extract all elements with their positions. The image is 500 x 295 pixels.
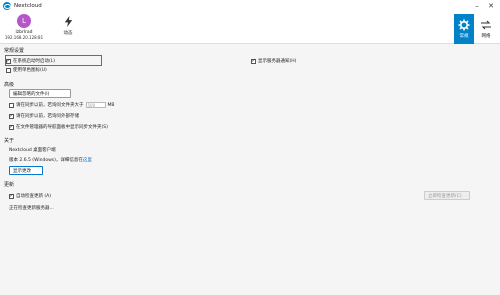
start-on-login-option[interactable]: 在系统启动时启动(L) xyxy=(6,58,55,64)
gear-icon xyxy=(458,19,470,31)
product-label: Nextcloud 桌面客户端 xyxy=(9,148,56,153)
title-bar: Nextcloud – ✕ xyxy=(0,0,500,12)
ask-large-folder-option[interactable]: 请在同步以前，若询问文件夹大于 500 MB xyxy=(9,102,114,108)
ask-large-folder-label: 请在同步以前，若询问文件夹大于 xyxy=(16,103,84,108)
window-controls: – ✕ xyxy=(470,0,498,12)
account-address: 192.168.20.128:81 xyxy=(4,35,44,40)
large-size-input[interactable]: 500 xyxy=(85,102,106,108)
about-title: 关于 xyxy=(4,138,15,144)
ask-external-storage-checkbox[interactable] xyxy=(9,113,14,119)
update-status-label: 正在检查更新服务器... xyxy=(9,206,54,211)
settings-panel xyxy=(0,44,500,295)
check-now-button[interactable]: 立即检查更新(C) xyxy=(424,191,470,200)
activity-label: 动态 xyxy=(63,31,73,36)
advanced-title: 高级 xyxy=(4,82,15,88)
auto-check-updates-label: 自动检查更新 (A) xyxy=(16,194,52,199)
auto-check-updates-checkbox[interactable] xyxy=(9,193,14,199)
version-info: 版本 2.6.5 (Windows)，详细信息在 这里 xyxy=(9,157,92,163)
show-in-explorer-option[interactable]: 在文件管理器的导航面板中显示同步文件夹(S) xyxy=(9,124,108,130)
mono-icons-option[interactable]: 使用单色图标(U) xyxy=(6,67,47,73)
tab-general[interactable]: 常规 xyxy=(454,14,474,44)
network-icon xyxy=(481,20,491,30)
activity-tab[interactable]: 动态 xyxy=(58,16,78,42)
window-title: Nextcloud xyxy=(14,3,42,9)
mono-icons-checkbox[interactable] xyxy=(6,67,11,73)
tab-general-label: 常规 xyxy=(459,34,469,39)
product-name: Nextcloud 桌面客户端 xyxy=(9,147,56,153)
updates-title: 更新 xyxy=(4,182,15,188)
avatar: L xyxy=(17,14,31,28)
version-label: 版本 2.6.5 (Windows)，详细信息在 xyxy=(9,158,83,163)
toolbar: L lzbrlrad 192.168.20.128:81 动态 常规 网络 xyxy=(0,12,500,44)
version-details-link[interactable]: 这里 xyxy=(83,157,92,163)
mono-icons-label: 使用单色图标(U) xyxy=(13,68,47,73)
account-button[interactable]: L lzbrlrad 192.168.20.128:81 xyxy=(2,14,46,44)
update-status: 正在检查更新服务器... xyxy=(9,205,54,211)
show-in-explorer-checkbox[interactable] xyxy=(9,124,14,130)
server-notifications-checkbox[interactable] xyxy=(251,58,256,64)
tab-network-label: 网络 xyxy=(481,34,491,39)
close-icon[interactable]: ✕ xyxy=(484,0,498,12)
ask-large-folder-checkbox[interactable] xyxy=(9,102,14,108)
general-settings-title: 常规设置 xyxy=(4,48,25,54)
edit-ignored-files-button[interactable]: 编辑忽略的文件(I) xyxy=(9,89,71,98)
lightning-icon xyxy=(64,16,72,27)
start-on-login-label: 在系统启动时启动(L) xyxy=(13,59,56,64)
ask-external-storage-label: 请在同步以前，若询问外部存储 xyxy=(16,114,79,119)
tab-network[interactable]: 网络 xyxy=(475,14,497,44)
start-on-login-checkbox[interactable] xyxy=(6,58,11,64)
size-unit-label: MB xyxy=(107,102,115,108)
server-notifications-label: 显示服务器通知(H) xyxy=(258,59,297,64)
minimize-icon[interactable]: – xyxy=(470,0,484,12)
server-notifications-option[interactable]: 显示服务器通知(H) xyxy=(251,58,296,64)
nextcloud-logo-icon xyxy=(3,2,11,10)
show-changelog-button[interactable]: 显示更改 xyxy=(9,166,43,175)
auto-check-updates-option[interactable]: 自动检查更新 (A) xyxy=(9,193,51,199)
show-in-explorer-label: 在文件管理器的导航面板中显示同步文件夹(S) xyxy=(16,125,108,130)
ask-external-storage-option[interactable]: 请在同步以前，若询问外部存储 xyxy=(9,113,79,119)
